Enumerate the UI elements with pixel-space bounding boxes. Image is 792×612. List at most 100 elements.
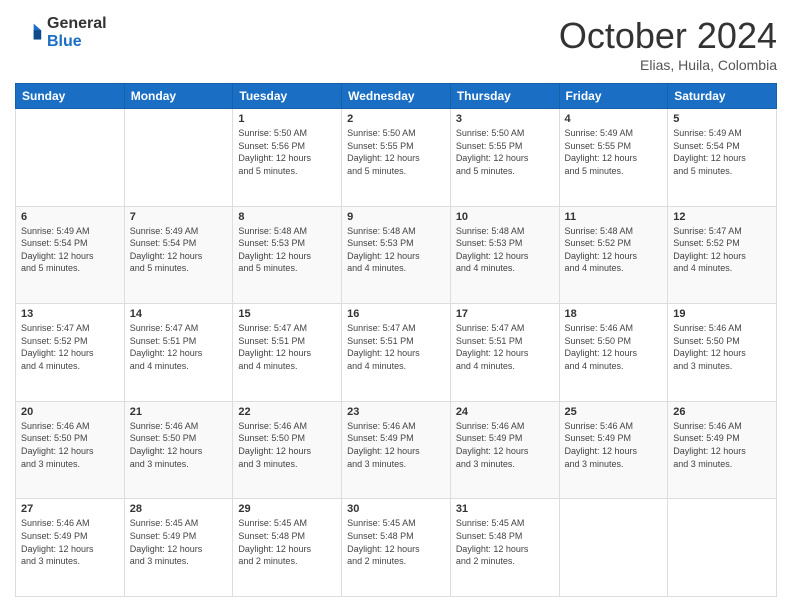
day-info: Sunrise: 5:48 AM Sunset: 5:53 PM Dayligh… [347,225,445,275]
calendar-cell: 10 Sunrise: 5:48 AM Sunset: 5:53 PM Dayli… [450,206,559,304]
calendar-cell: 31 Sunrise: 5:45 AM Sunset: 5:48 PM Dayli… [450,499,559,597]
calendar-cell: 2Sunrise: 5:50 AM Sunset: 5:55 PM Daylig… [342,109,451,207]
day-info: Sunrise: 5:46 AM Sunset: 5:49 PM Dayligh… [21,517,119,567]
logo-text: General Blue [47,15,107,50]
calendar-cell: 1Sunrise: 5:50 AM Sunset: 5:56 PM Daylig… [233,109,342,207]
day-header-sunday: Sunday [16,84,125,109]
day-number: 11 [565,211,663,223]
calendar-cell: 14 Sunrise: 5:47 AM Sunset: 5:51 PM Dayli… [124,304,233,402]
calendar-cell: 26 Sunrise: 5:46 AM Sunset: 5:49 PM Dayli… [668,401,777,499]
day-info: Sunrise: 5:46 AM Sunset: 5:49 PM Dayligh… [347,420,445,470]
day-number: 15 [238,308,336,320]
header: General Blue October 2024 Elias, Huila, … [15,15,777,73]
day-number: 21 [130,406,228,418]
day-number: 6 [21,211,119,223]
calendar-cell: 6Sunrise: 5:49 AM Sunset: 5:54 PM Daylig… [16,206,125,304]
day-number: 4 [565,113,663,125]
day-info: Sunrise: 5:50 AM Sunset: 5:55 PM Dayligh… [347,127,445,177]
day-number: 26 [673,406,771,418]
day-info: Sunrise: 5:47 AM Sunset: 5:51 PM Dayligh… [130,322,228,372]
calendar-cell: 21Sunrise: 5:46 AM Sunset: 5:50 PM Dayli… [124,401,233,499]
day-number: 30 [347,503,445,515]
calendar-cell: 16Sunrise: 5:47 AM Sunset: 5:51 PM Dayli… [342,304,451,402]
calendar-cell [559,499,668,597]
calendar-cell: 19 Sunrise: 5:46 AM Sunset: 5:50 PM Dayli… [668,304,777,402]
day-number: 16 [347,308,445,320]
day-info: Sunrise: 5:49 AM Sunset: 5:54 PM Dayligh… [130,225,228,275]
week-row-1: 1Sunrise: 5:50 AM Sunset: 5:56 PM Daylig… [16,109,777,207]
day-number: 23 [347,406,445,418]
calendar-cell [124,109,233,207]
calendar-cell: 18Sunrise: 5:46 AM Sunset: 5:50 PM Dayli… [559,304,668,402]
calendar-cell: 24Sunrise: 5:46 AM Sunset: 5:49 PM Dayli… [450,401,559,499]
calendar-cell [16,109,125,207]
calendar-cell: 7Sunrise: 5:49 AM Sunset: 5:54 PM Daylig… [124,206,233,304]
logo-blue-text: Blue [47,33,107,51]
logo-general-text: General [47,15,107,33]
day-number: 27 [21,503,119,515]
day-number: 25 [565,406,663,418]
day-number: 29 [238,503,336,515]
day-number: 3 [456,113,554,125]
day-info: Sunrise: 5:45 AM Sunset: 5:48 PM Dayligh… [456,517,554,567]
month-title: October 2024 [559,15,777,57]
calendar-cell: 28Sunrise: 5:45 AM Sunset: 5:49 PM Dayli… [124,499,233,597]
day-number: 31 [456,503,554,515]
logo-icon [15,19,43,47]
calendar-cell: 22 Sunrise: 5:46 AM Sunset: 5:50 PM Dayli… [233,401,342,499]
day-info: Sunrise: 5:45 AM Sunset: 5:48 PM Dayligh… [347,517,445,567]
calendar-cell: 29 Sunrise: 5:45 AM Sunset: 5:48 PM Dayli… [233,499,342,597]
day-number: 10 [456,211,554,223]
day-number: 28 [130,503,228,515]
location-subtitle: Elias, Huila, Colombia [559,57,777,73]
title-section: October 2024 Elias, Huila, Colombia [559,15,777,73]
day-info: Sunrise: 5:46 AM Sunset: 5:49 PM Dayligh… [673,420,771,470]
calendar-cell [668,499,777,597]
day-info: Sunrise: 5:48 AM Sunset: 5:52 PM Dayligh… [565,225,663,275]
calendar-cell: 30 Sunrise: 5:45 AM Sunset: 5:48 PM Dayli… [342,499,451,597]
calendar-cell: 17Sunrise: 5:47 AM Sunset: 5:51 PM Dayli… [450,304,559,402]
day-info: Sunrise: 5:45 AM Sunset: 5:48 PM Dayligh… [238,517,336,567]
calendar-cell: 25Sunrise: 5:46 AM Sunset: 5:49 PM Dayli… [559,401,668,499]
calendar-cell: 8 Sunrise: 5:48 AM Sunset: 5:53 PM Daylig… [233,206,342,304]
day-number: 14 [130,308,228,320]
day-number: 8 [238,211,336,223]
logo: General Blue [15,15,107,50]
calendar-table: SundayMondayTuesdayWednesdayThursdayFrid… [15,83,777,597]
day-info: Sunrise: 5:46 AM Sunset: 5:50 PM Dayligh… [21,420,119,470]
day-number: 18 [565,308,663,320]
day-info: Sunrise: 5:50 AM Sunset: 5:56 PM Dayligh… [238,127,336,177]
day-info: Sunrise: 5:48 AM Sunset: 5:53 PM Dayligh… [238,225,336,275]
day-info: Sunrise: 5:50 AM Sunset: 5:55 PM Dayligh… [456,127,554,177]
day-info: Sunrise: 5:46 AM Sunset: 5:49 PM Dayligh… [456,420,554,470]
day-info: Sunrise: 5:47 AM Sunset: 5:51 PM Dayligh… [238,322,336,372]
calendar-cell: 5Sunrise: 5:49 AM Sunset: 5:54 PM Daylig… [668,109,777,207]
week-row-2: 6 Sunrise: 5:49 AM Sunset: 5:54 PM Daylig… [16,206,777,304]
day-info: Sunrise: 5:47 AM Sunset: 5:52 PM Dayligh… [21,322,119,372]
week-row-4: 20Sunrise: 5:46 AM Sunset: 5:50 PM Dayli… [16,401,777,499]
calendar-cell: 20Sunrise: 5:46 AM Sunset: 5:50 PM Dayli… [16,401,125,499]
calendar-cell: 12 Sunrise: 5:47 AM Sunset: 5:52 PM Dayli… [668,206,777,304]
day-header-saturday: Saturday [668,84,777,109]
calendar-cell: 11 Sunrise: 5:48 AM Sunset: 5:52 PM Dayli… [559,206,668,304]
day-info: Sunrise: 5:46 AM Sunset: 5:50 PM Dayligh… [238,420,336,470]
day-number: 12 [673,211,771,223]
day-number: 19 [673,308,771,320]
day-header-wednesday: Wednesday [342,84,451,109]
calendar-cell: 23 Sunrise: 5:46 AM Sunset: 5:49 PM Dayli… [342,401,451,499]
day-header-tuesday: Tuesday [233,84,342,109]
calendar-cell: 4Sunrise: 5:49 AM Sunset: 5:55 PM Daylig… [559,109,668,207]
day-header-monday: Monday [124,84,233,109]
day-info: Sunrise: 5:46 AM Sunset: 5:50 PM Dayligh… [673,322,771,372]
calendar-cell: 13 Sunrise: 5:47 AM Sunset: 5:52 PM Dayli… [16,304,125,402]
page: General Blue October 2024 Elias, Huila, … [0,0,792,612]
day-number: 13 [21,308,119,320]
calendar-cell: 27 Sunrise: 5:46 AM Sunset: 5:49 PM Dayli… [16,499,125,597]
day-number: 22 [238,406,336,418]
day-number: 9 [347,211,445,223]
calendar-cell: 15 Sunrise: 5:47 AM Sunset: 5:51 PM Dayli… [233,304,342,402]
day-info: Sunrise: 5:48 AM Sunset: 5:53 PM Dayligh… [456,225,554,275]
day-info: Sunrise: 5:47 AM Sunset: 5:52 PM Dayligh… [673,225,771,275]
calendar-header-row: SundayMondayTuesdayWednesdayThursdayFrid… [16,84,777,109]
day-number: 5 [673,113,771,125]
